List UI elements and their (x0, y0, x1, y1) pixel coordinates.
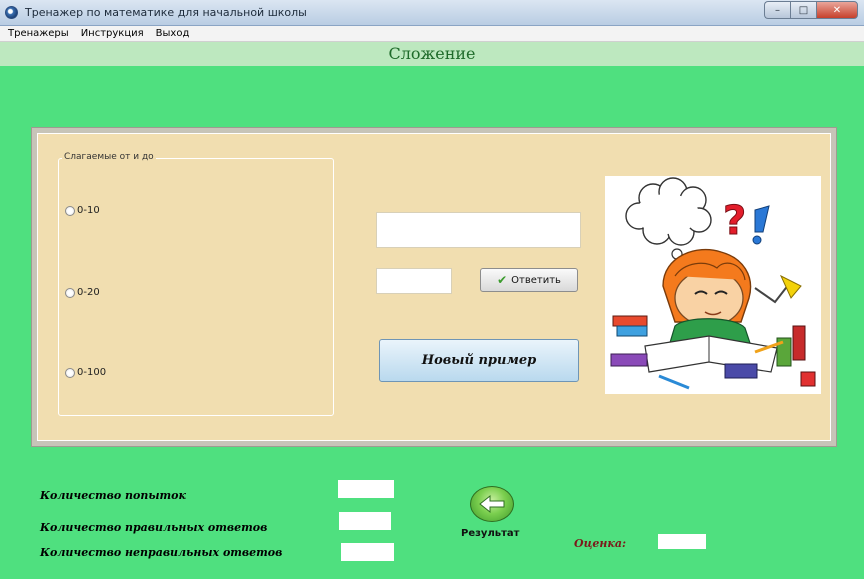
radio-label: 0-20 (77, 287, 100, 298)
attempts-field[interactable] (338, 480, 394, 498)
arrow-left-icon (479, 494, 505, 514)
menu-bar: Тренажеры Инструкция Выход (0, 26, 864, 42)
check-icon: ✔ (497, 273, 508, 287)
radio-label: 0-10 (77, 205, 100, 216)
grade-field[interactable] (658, 534, 706, 549)
title-bar: Тренажер по математике для начальной шко… (0, 0, 864, 26)
radio-range-0-20[interactable]: 0-20 (65, 287, 100, 298)
grade-label: Оценка: (574, 537, 627, 550)
student-illustration: ? (605, 176, 821, 394)
menu-item-trainers[interactable]: Тренажеры (0, 28, 75, 39)
answer-input[interactable] (376, 268, 452, 294)
menu-item-exit[interactable]: Выход (150, 28, 196, 39)
radio-circle-icon[interactable] (65, 205, 75, 216)
example-display-field[interactable] (376, 212, 581, 248)
window-title: Тренажер по математике для начальной шко… (25, 6, 307, 19)
radio-circle-icon[interactable] (65, 367, 75, 378)
incorrect-answers-label: Количество неправильных ответов (40, 546, 283, 559)
radio-range-0-100[interactable]: 0-100 (65, 367, 106, 378)
close-icon[interactable]: ✕ (816, 1, 858, 19)
correct-answers-label: Количество правильных ответов (40, 521, 268, 534)
new-example-button[interactable]: Новый пример (379, 339, 579, 382)
answer-button[interactable]: ✔ Ответить (480, 268, 578, 292)
header-strip: Сложение (0, 42, 864, 66)
app-icon (5, 6, 18, 19)
maximize-icon[interactable]: □ (790, 1, 816, 19)
window-controls: – □ ✕ (764, 1, 858, 19)
main-panel: Слагаемые от и до 0-10 0-20 0-100 ✔ Отве… (37, 133, 831, 441)
correct-answers-field[interactable] (339, 512, 391, 530)
radio-range-0-10[interactable]: 0-10 (65, 205, 100, 216)
radio-label: 0-100 (77, 367, 107, 378)
result-button[interactable] (470, 486, 514, 522)
student-drawing-icon: ? (610, 177, 816, 390)
page-title: Сложение (388, 44, 476, 63)
minimize-icon[interactable]: – (764, 1, 790, 19)
incorrect-answers-field[interactable] (341, 543, 394, 561)
attempts-label: Количество попыток (40, 489, 186, 502)
range-groupbox: Слагаемые от и до 0-10 0-20 0-100 (58, 152, 334, 416)
answer-button-label: Ответить (511, 274, 561, 286)
radio-circle-icon[interactable] (65, 287, 75, 298)
main-panel-frame: Слагаемые от и до 0-10 0-20 0-100 ✔ Отве… (31, 127, 837, 447)
range-group-legend: Слагаемые от и до (62, 152, 156, 162)
menu-item-instructions[interactable]: Инструкция (75, 28, 150, 39)
result-label: Результат (461, 528, 520, 539)
svg-text:?: ? (723, 198, 746, 244)
